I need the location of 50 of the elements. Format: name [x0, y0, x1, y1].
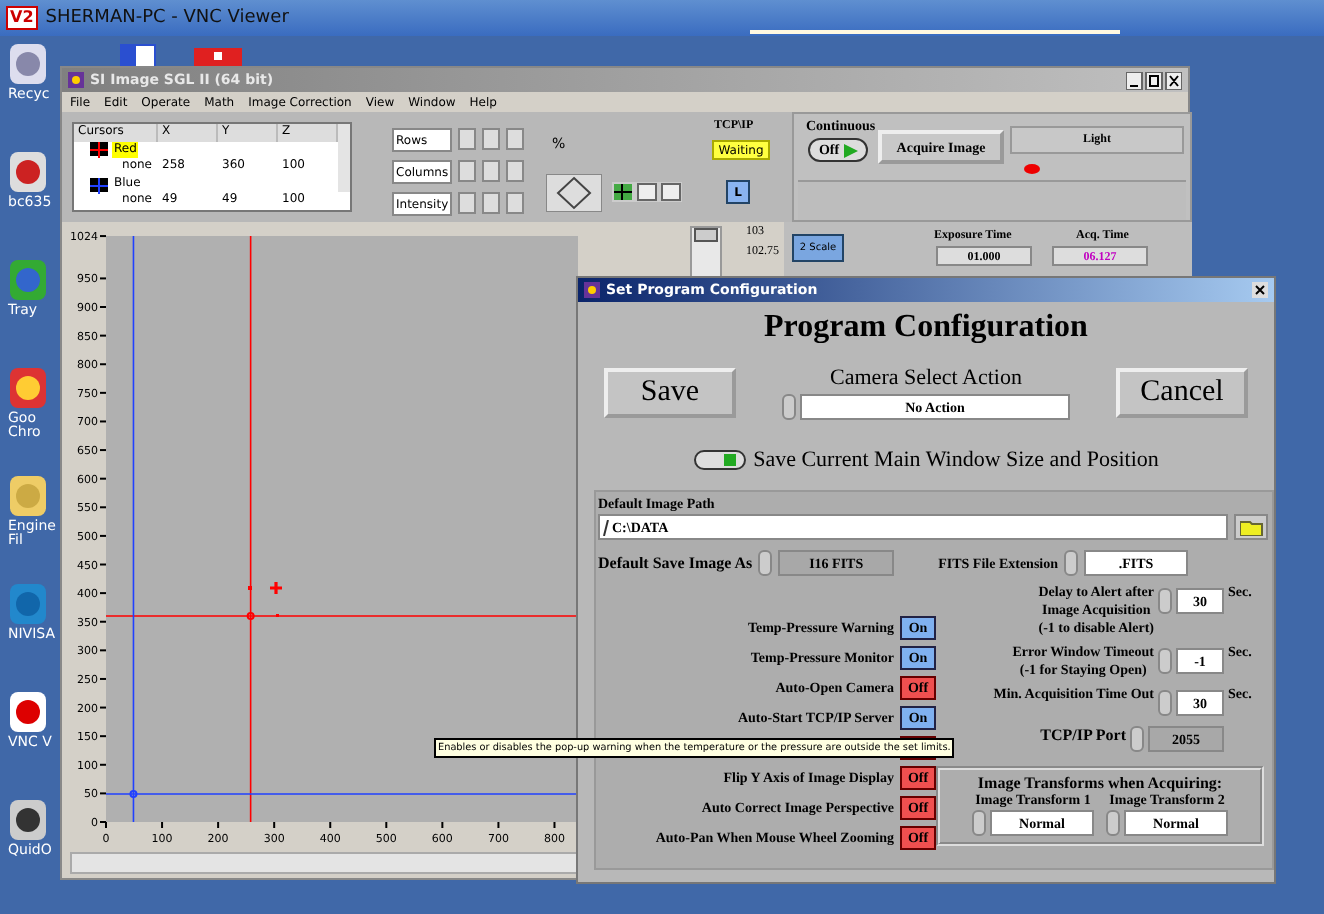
window-controls-icon[interactable] [1126, 71, 1182, 89]
spinner-icon[interactable] [1064, 550, 1079, 576]
tool-button[interactable] [458, 128, 476, 150]
vertical-scrollbar[interactable] [338, 124, 350, 193]
zoom-tools-icon[interactable] [612, 182, 682, 202]
path-icon [602, 519, 610, 535]
cursor-line[interactable] [132, 235, 135, 823]
spinner-icon[interactable] [1106, 810, 1120, 836]
pan-pad-icon[interactable] [546, 174, 602, 212]
group-heading: Image Transforms when Acquiring: [977, 774, 1223, 792]
tool-button[interactable] [506, 160, 524, 182]
spinner-icon[interactable] [972, 810, 986, 836]
app-icon[interactable] [194, 48, 242, 68]
camera-action-label: Camera Select Action [830, 366, 1022, 390]
spinner-icon[interactable] [758, 550, 773, 576]
horizontal-scrollbar[interactable] [70, 852, 582, 874]
tool-button[interactable] [458, 160, 476, 182]
tool-button[interactable] [482, 128, 500, 150]
cursor-marker[interactable] [129, 789, 138, 798]
tool-button[interactable] [482, 160, 500, 182]
dialog-heading: Program Configuration [764, 310, 1088, 346]
tool-button[interactable] [506, 192, 524, 214]
spinner-icon[interactable] [1158, 648, 1172, 674]
viewer-logo: V2 [6, 6, 38, 30]
spinner-icon[interactable] [1158, 588, 1172, 614]
tool-button[interactable] [506, 128, 524, 150]
indicator-icon [723, 454, 736, 466]
folder-button[interactable] [1234, 514, 1268, 540]
port-label: TCP/IP Port [1040, 726, 1126, 744]
app-icon [584, 282, 600, 298]
cursor-marker[interactable] [246, 612, 255, 620]
slider-thumb[interactable] [694, 228, 718, 242]
close-icon[interactable] [1252, 282, 1268, 298]
status-led [1024, 164, 1040, 174]
window-title: SHERMAN-PC - VNC Viewer [45, 8, 289, 28]
tool-button[interactable] [482, 192, 500, 214]
spinner-icon[interactable] [1158, 690, 1172, 716]
cancel-button[interactable]: Cancel [1116, 368, 1248, 418]
save-position-button[interactable] [693, 450, 746, 470]
app-icon [68, 72, 84, 88]
play-arrow-icon [843, 143, 858, 157]
spinner-icon[interactable] [1130, 726, 1144, 752]
monitor-icon[interactable] [116, 44, 160, 68]
save-position-label: Save Current Main Window Size and Position [753, 448, 1159, 472]
save-button[interactable]: Save [604, 368, 736, 418]
marker-points [248, 580, 284, 617]
cursor-line[interactable] [249, 235, 252, 823]
spinner-icon[interactable] [782, 394, 796, 420]
tool-button[interactable] [458, 192, 476, 214]
save-as-label: Default Save Image As [598, 554, 753, 572]
